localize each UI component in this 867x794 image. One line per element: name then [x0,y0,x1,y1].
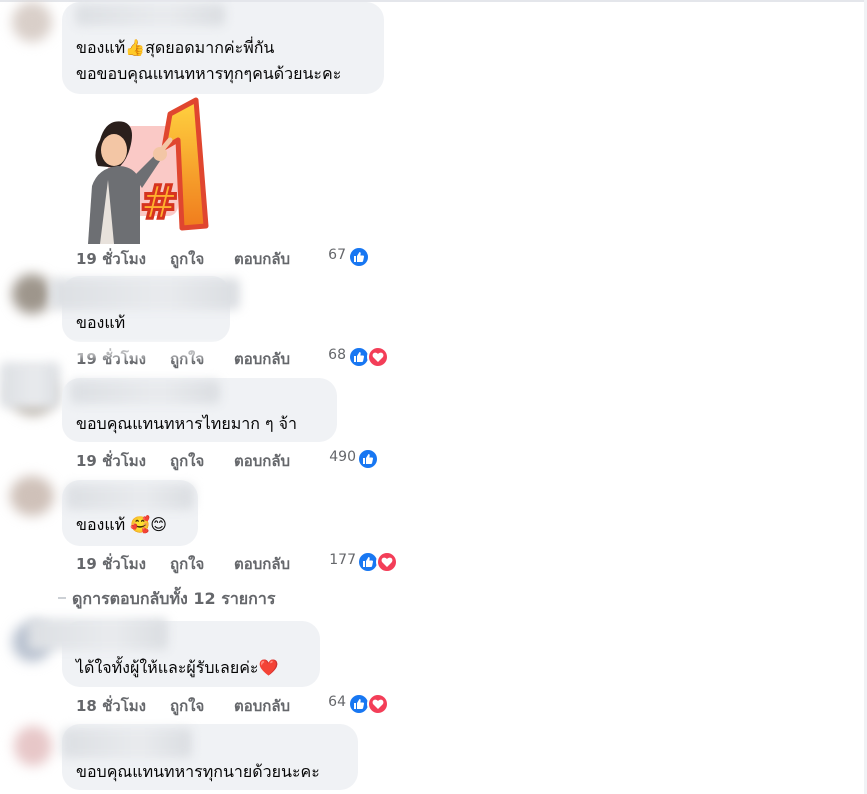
reply-action-link[interactable]: ตอบกลับ [234,694,290,718]
like-action-link[interactable]: ถูกใจ [170,694,204,718]
comment-timestamp[interactable]: 19 ชั่วโมง [76,552,146,576]
comment-actions: 18 ชั่วโมง ถูกใจ ตอบกลับ 64 [76,693,406,718]
reaction-count[interactable]: 490 [316,449,356,465]
avatar[interactable] [14,726,52,766]
comment-text: ขอบคุณแทนทหารไทยมาก ๆ จ้า [76,414,298,433]
comment-actions: 19 ชั่วโมง ถูกใจ ตอบกลับ 177 [76,551,416,576]
love-reaction-icon[interactable] [367,693,389,715]
blur-overlay [60,342,220,358]
love-reaction-icon[interactable] [376,551,398,573]
avatar[interactable] [12,274,52,314]
reply-action-link[interactable]: ตอบกลับ [234,347,290,371]
commenter-name-blurred[interactable] [0,362,60,408]
view-all-replies-link[interactable]: ดูการตอบกลับทั้ง 12 รายการ [72,587,275,612]
like-reaction-icon[interactable] [348,246,370,268]
like-action-link[interactable]: ถูกใจ [170,247,204,271]
love-reaction-icon[interactable] [367,346,389,368]
comment-timestamp[interactable]: 18 ชั่วโมง [76,694,146,718]
reply-thread-connector [58,597,66,599]
reply-action-link[interactable]: ตอบกลับ [234,449,290,473]
reply-action-link[interactable]: ตอบกลับ [234,247,290,271]
sticker-hash-one: # [140,175,179,229]
commenter-name-blurred[interactable] [70,380,220,404]
comment-timestamp[interactable]: 19 ชั่วโมง [76,449,146,473]
avatar[interactable] [12,2,52,42]
comment-text: ของแท้ [76,313,126,332]
comment-text: ขอบคุณแทนทหารทุกนายด้วยนะคะ [76,762,320,781]
comment-text: ได้ใจทั้งผู้ให้และผู้รับเลยค่ะ❤️ [76,658,279,677]
commenter-name-blurred[interactable] [28,618,168,650]
commenter-name-blurred[interactable] [75,4,225,26]
comment-actions: 19 ชั่วโมง ถูกใจ ตอบกลับ 490 [76,448,406,473]
reaction-count[interactable]: 67 [306,247,346,263]
commenter-name-blurred[interactable] [62,728,192,758]
comment-actions: 19 ชั่วโมง ถูกใจ ตอบกลับ 67 [76,246,406,271]
like-action-link[interactable]: ถูกใจ [170,449,204,473]
comment-timestamp[interactable]: 19 ชั่วโมง [76,247,146,271]
sticker-number-one: # [88,97,209,244]
reaction-count[interactable]: 64 [306,694,346,710]
like-reaction-icon[interactable] [357,448,379,470]
commenter-name-blurred[interactable] [50,278,240,310]
reply-action-link[interactable]: ตอบกลับ [234,552,290,576]
like-action-link[interactable]: ถูกใจ [170,552,204,576]
reaction-count[interactable]: 177 [316,552,356,568]
avatar[interactable] [10,476,54,516]
comment-text: ขอขอบคุณแทนทหารทุกๆคนด้วยนะคะ [76,64,342,83]
comment-text: ของแท้ 🥰😊 [76,515,167,534]
reaction-count[interactable]: 68 [306,347,346,363]
comment-text: ของแท้👍สุดยอดมากค่ะพี่กัน [76,38,275,57]
commenter-name-blurred[interactable] [66,484,194,510]
